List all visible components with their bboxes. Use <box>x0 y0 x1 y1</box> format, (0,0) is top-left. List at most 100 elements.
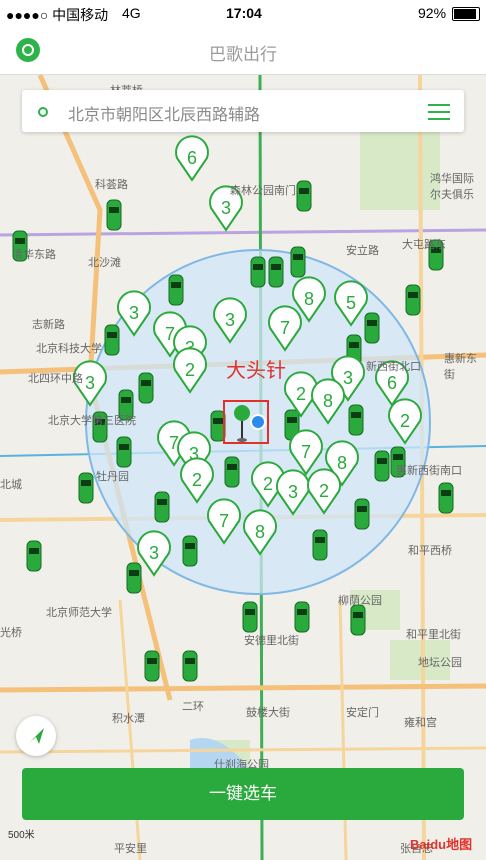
clock: 17:04 <box>226 5 262 21</box>
map-place-label: 北四环中路 <box>28 373 83 385</box>
car-icon[interactable] <box>348 404 364 436</box>
car-icon[interactable] <box>168 274 184 306</box>
map-place-label: 森林公园南门 <box>230 185 296 197</box>
car-icon[interactable] <box>350 604 366 636</box>
car-icon[interactable] <box>138 372 154 404</box>
marker-count: 8 <box>337 453 347 473</box>
marker-count: 3 <box>288 482 298 502</box>
map-view[interactable]: 633737853323628273782327832 林萃桥科荟路森林公园南门… <box>0 75 486 860</box>
car-icon[interactable] <box>354 498 370 530</box>
car-icon[interactable] <box>116 436 132 468</box>
nav-bar: 巴歌出行 <box>0 26 486 75</box>
battery-icon <box>452 7 480 21</box>
car-icon[interactable] <box>182 535 198 567</box>
marker-count: 6 <box>387 373 397 393</box>
map-place-label: 安德里北街 <box>244 635 299 647</box>
map-place-label: 大屯路东 <box>402 239 446 251</box>
marker-count: 2 <box>263 474 273 494</box>
car-icon[interactable] <box>294 601 310 633</box>
pin-label: 大头针 <box>226 360 286 382</box>
road <box>0 228 486 237</box>
marker-count: 7 <box>301 442 311 462</box>
marker-count: 3 <box>221 198 231 218</box>
car-icon[interactable] <box>242 601 258 633</box>
marker-count: 8 <box>255 522 265 542</box>
map-place-label: 平安里 <box>114 843 147 855</box>
map-place-label: 二环 <box>182 701 204 713</box>
map-place-label: 新西街北口 <box>366 361 421 373</box>
map-place-label: 地坛公园 <box>418 657 462 669</box>
map-place-label: 雍和宫 <box>404 717 437 729</box>
map-place-label: 鸿华国际 <box>430 173 474 185</box>
marker-count: 3 <box>225 310 235 330</box>
marker-count: 3 <box>129 303 139 323</box>
car-icon[interactable] <box>364 312 380 344</box>
map-place-label: 北城 <box>0 479 22 491</box>
car-count-marker[interactable]: 3 <box>137 530 171 577</box>
marker-count: 8 <box>323 391 333 411</box>
car-icon[interactable] <box>126 562 142 594</box>
marker-count: 2 <box>296 384 306 404</box>
map-place-label: 柳荫公园 <box>338 595 382 607</box>
car-icon[interactable] <box>250 256 266 288</box>
map-scale: 500米 <box>8 830 35 841</box>
car-count-marker[interactable]: 6 <box>175 135 209 182</box>
carrier: ●●●●○ 中国移动 <box>6 7 109 23</box>
marker-count: 2 <box>185 360 195 380</box>
marker-count: 3 <box>343 368 353 388</box>
map-place-label: 清华东路 <box>12 249 56 261</box>
car-icon[interactable] <box>296 180 312 212</box>
car-icon[interactable] <box>224 456 240 488</box>
car-icon[interactable] <box>290 246 306 278</box>
marker-count: 7 <box>280 318 290 338</box>
road <box>0 746 486 754</box>
marker-count: 2 <box>400 411 410 431</box>
car-icon[interactable] <box>438 482 454 514</box>
network-type: 4G <box>122 5 141 21</box>
search-bar[interactable]: 北京市朝阳区北辰西路辅路 <box>22 90 464 132</box>
car-icon[interactable] <box>144 650 160 682</box>
map-place-label: 惠新西街南口 <box>396 465 462 477</box>
road <box>338 599 348 860</box>
car-icon[interactable] <box>26 540 42 572</box>
car-icon[interactable] <box>405 284 421 316</box>
battery-level: 92% <box>418 5 447 21</box>
car-icon[interactable] <box>104 324 120 356</box>
locate-button[interactable] <box>16 716 56 756</box>
car-icon[interactable] <box>374 450 390 482</box>
map-place-label: 志新路 <box>32 319 65 331</box>
map-place-label: 和平西桥 <box>408 545 452 557</box>
page-title: 巴歌出行 <box>209 45 277 64</box>
park-area <box>360 130 440 210</box>
menu-icon[interactable] <box>428 101 450 121</box>
map-place-label: 积水潭 <box>112 713 145 725</box>
map-place-label: 惠新东街 <box>444 353 477 381</box>
map-place-label: 北京大学第三医院 <box>48 415 136 427</box>
map-place-label: 北京师范大学 <box>46 607 112 619</box>
marker-count: 8 <box>304 289 314 309</box>
road <box>0 683 486 693</box>
car-icon[interactable] <box>268 256 284 288</box>
marker-count: 3 <box>149 543 159 563</box>
map-place-label: 光桥 <box>0 627 22 639</box>
one-click-select-car-button[interactable]: 一键选车 <box>22 768 464 820</box>
map-place-label: 北京科技大学 <box>36 343 102 355</box>
car-icon[interactable] <box>154 491 170 523</box>
car-icon[interactable] <box>182 650 198 682</box>
pin-highlight-box <box>223 400 269 444</box>
map-place-label: 安立路 <box>346 245 379 257</box>
marker-count: 2 <box>319 481 329 501</box>
map-place-label: 鼓楼大街 <box>246 707 290 719</box>
road <box>118 599 142 860</box>
marker-count: 7 <box>219 511 229 531</box>
map-place-label: 科荟路 <box>95 179 128 191</box>
marker-count: 2 <box>192 470 202 490</box>
map-place-label: 牡丹园 <box>96 471 129 483</box>
car-icon[interactable] <box>312 529 328 561</box>
car-icon[interactable] <box>78 472 94 504</box>
map-place-label: 尔夫俱乐 <box>430 189 474 201</box>
marker-count: 3 <box>85 373 95 393</box>
car-icon[interactable] <box>106 199 122 231</box>
location-dot-icon <box>38 107 48 117</box>
marker-count: 5 <box>346 293 356 313</box>
